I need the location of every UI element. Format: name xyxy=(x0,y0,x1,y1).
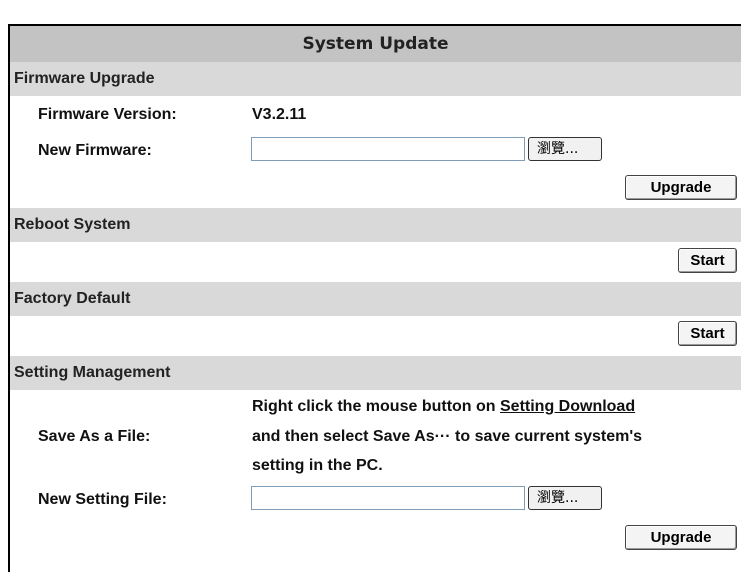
setting-download-link[interactable]: Setting Download xyxy=(500,398,635,415)
new-firmware-input[interactable] xyxy=(251,137,525,161)
new-setting-file-input[interactable] xyxy=(251,486,525,510)
new-setting-file-label: New Setting File: xyxy=(38,491,167,508)
new-firmware-label: New Firmware: xyxy=(38,142,152,159)
save-as-description-line-2: and then select Save As··· to save curre… xyxy=(252,428,643,445)
setting-file-browse-button[interactable]: 瀏覽... xyxy=(528,486,602,510)
system-update-panel: System Update Firmware Upgrade Firmware … xyxy=(8,24,741,572)
description-text: Right click the mouse button on xyxy=(252,398,500,415)
section-header-setting-management: Setting Management xyxy=(10,356,741,390)
section-header-reboot-system: Reboot System xyxy=(10,208,741,242)
firmware-browse-button[interactable]: 瀏覽... xyxy=(528,137,602,161)
setting-upgrade-button[interactable]: Upgrade xyxy=(625,525,737,550)
page-title: System Update xyxy=(10,26,741,62)
save-as-file-label: Save As a File: xyxy=(38,428,151,445)
save-as-description-line-1: Right click the mouse button on Setting … xyxy=(252,398,635,416)
firmware-version-value: V3.2.11 xyxy=(252,106,307,123)
save-as-description-line-3: setting in the PC. xyxy=(252,457,383,474)
firmware-upgrade-button[interactable]: Upgrade xyxy=(625,175,737,200)
reboot-start-button[interactable]: Start xyxy=(678,248,737,273)
section-header-factory-default: Factory Default xyxy=(10,282,741,316)
firmware-version-label: Firmware Version: xyxy=(38,106,177,123)
section-header-firmware-upgrade: Firmware Upgrade xyxy=(10,62,741,96)
factory-default-start-button[interactable]: Start xyxy=(678,321,737,346)
